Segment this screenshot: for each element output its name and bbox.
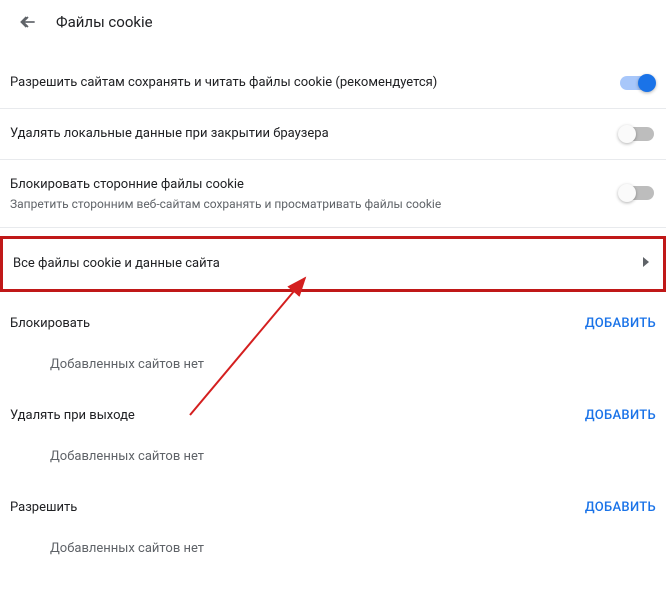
toggle-knob-icon bbox=[638, 74, 656, 92]
empty-msg: Добавленных сайтов нет bbox=[10, 423, 656, 470]
toggle-knob-icon bbox=[618, 184, 636, 202]
section-block: Блокировать ДОБАВИТЬ Добавленных сайтов … bbox=[0, 292, 666, 384]
all-cookies-row[interactable]: Все файлы cookie и данные сайта bbox=[0, 236, 666, 292]
setting-sublabel: Запретить сторонним веб-сайтам сохранять… bbox=[10, 197, 620, 211]
section-allow: Разрешить ДОБАВИТЬ Добавленных сайтов не… bbox=[0, 476, 666, 568]
all-cookies-label: Все файлы cookie и данные сайта bbox=[13, 255, 220, 273]
chevron-right-icon bbox=[643, 256, 649, 271]
section-title: Блокировать bbox=[10, 316, 90, 331]
setting-label-wrap: Удалять локальные данные при закрытии бр… bbox=[10, 125, 620, 143]
section-delete-on-exit: Удалять при выходе ДОБАВИТЬ Добавленных … bbox=[0, 384, 666, 476]
empty-msg: Добавленных сайтов нет bbox=[10, 331, 656, 378]
setting-label-wrap: Разрешить сайтам сохранять и читать файл… bbox=[10, 74, 620, 92]
setting-label: Блокировать сторонние файлы cookie bbox=[10, 176, 620, 194]
section-title: Удалять при выходе bbox=[10, 408, 135, 423]
add-button-block[interactable]: ДОБАВИТЬ bbox=[585, 316, 656, 331]
back-button[interactable] bbox=[18, 12, 38, 32]
section-title: Разрешить bbox=[10, 500, 77, 515]
page-title: Файлы cookie bbox=[56, 13, 153, 31]
setting-delete-on-close[interactable]: Удалять локальные данные при закрытии бр… bbox=[0, 109, 666, 160]
toggle-allow-sites[interactable] bbox=[620, 76, 654, 90]
settings-header: Файлы cookie bbox=[0, 0, 666, 44]
add-button-delete[interactable]: ДОБАВИТЬ bbox=[585, 408, 656, 423]
setting-allow-sites[interactable]: Разрешить сайтам сохранять и читать файл… bbox=[0, 44, 666, 109]
empty-msg: Добавленных сайтов нет bbox=[10, 515, 656, 562]
setting-label: Удалять локальные данные при закрытии бр… bbox=[10, 125, 620, 143]
add-button-allow[interactable]: ДОБАВИТЬ bbox=[585, 500, 656, 515]
toggle-block-third-party[interactable] bbox=[620, 186, 654, 200]
arrow-left-icon bbox=[18, 12, 38, 32]
setting-label: Разрешить сайтам сохранять и читать файл… bbox=[10, 74, 620, 92]
setting-block-third-party[interactable]: Блокировать сторонние файлы cookie Запре… bbox=[0, 160, 666, 227]
toggle-delete-on-close[interactable] bbox=[620, 127, 654, 141]
section-header: Блокировать ДОБАВИТЬ bbox=[10, 316, 656, 331]
section-header: Разрешить ДОБАВИТЬ bbox=[10, 500, 656, 515]
setting-label-wrap: Блокировать сторонние файлы cookie Запре… bbox=[10, 176, 620, 210]
toggle-knob-icon bbox=[618, 125, 636, 143]
section-header: Удалять при выходе ДОБАВИТЬ bbox=[10, 408, 656, 423]
